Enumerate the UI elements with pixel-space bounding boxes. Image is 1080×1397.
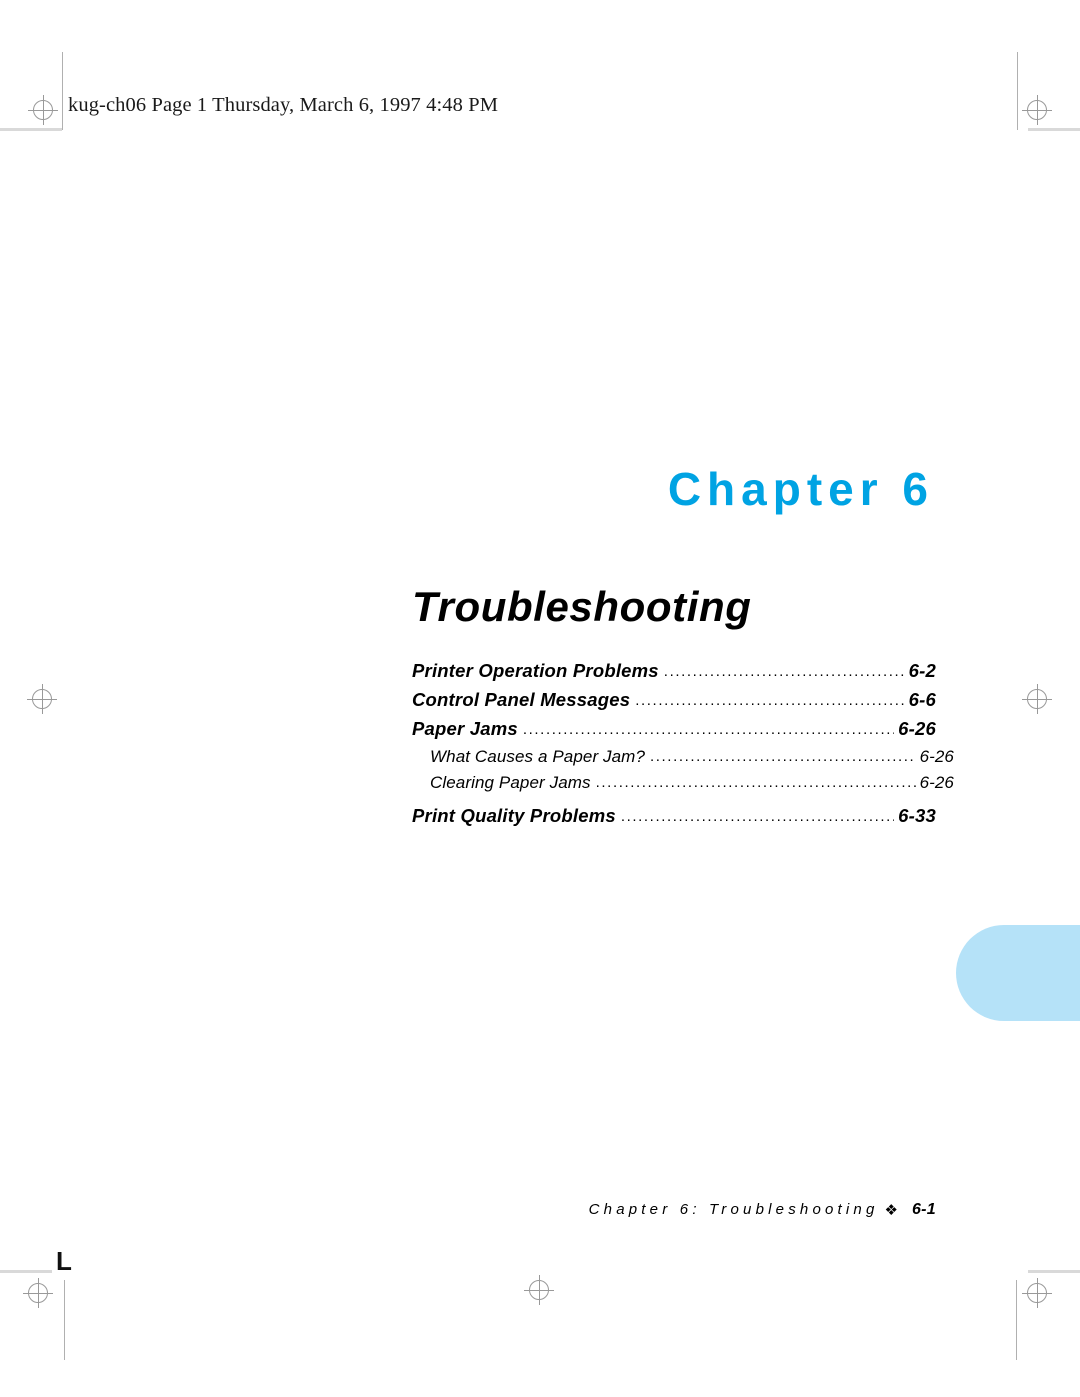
registration-crosshair-horizontal [27, 698, 57, 700]
toc-dot-leader: ........................................… [650, 748, 916, 765]
footer-page-number: 6-1 [911, 1201, 936, 1218]
crop-line-top-left-vertical [62, 52, 63, 130]
crop-line-bottom-left-vertical [64, 1280, 65, 1360]
page-footer: Chapter 6: Troubleshooting ❖ 6-1 [0, 1200, 936, 1219]
toc-entry-page: 6-33 [898, 805, 936, 826]
toc-entry-page: 6-6 [908, 689, 936, 710]
toc-dot-leader: ........................................… [663, 663, 905, 680]
registration-crosshair-horizontal [23, 1292, 53, 1294]
registration-mark-middle-right [1022, 684, 1052, 714]
toc-subentry[interactable]: What Causes a Paper Jam? ...............… [412, 747, 954, 767]
registration-crosshair-horizontal [524, 1289, 554, 1291]
registration-crosshair-vertical [1036, 1278, 1038, 1308]
crop-line-bottom-right-horizontal [1028, 1270, 1080, 1273]
registration-mark-top-right [1022, 95, 1052, 125]
crop-line-bottom-left-horizontal [0, 1270, 52, 1273]
toc-entry-label: Printer Operation Problems [412, 660, 659, 681]
registration-crosshair-vertical [42, 95, 44, 125]
registration-ring [529, 1280, 549, 1300]
toc-entry-label: Paper Jams [412, 718, 518, 739]
registration-crosshair-horizontal [28, 109, 58, 111]
registration-ring [28, 1283, 48, 1303]
toc-dot-leader: ........................................… [635, 692, 905, 709]
registration-crosshair-vertical [41, 684, 43, 714]
chapter-thumb-tab [956, 925, 1080, 1021]
crop-line-bottom-right-vertical [1016, 1280, 1017, 1360]
crop-line-top-left-horizontal [0, 128, 62, 131]
toc-entry-label: Print Quality Problems [412, 805, 616, 826]
registration-crosshair-vertical [1036, 95, 1038, 125]
registration-mark-bottom-left [23, 1278, 53, 1308]
toc-entry-page: 6-26 [919, 747, 954, 766]
toc-entry[interactable]: Paper Jams .............................… [412, 718, 936, 740]
toc-entry[interactable]: Printer Operation Problems .............… [412, 660, 936, 682]
registration-mark-bottom-right [1022, 1278, 1052, 1308]
toc-dot-leader: ........................................… [595, 774, 916, 791]
registration-ring [1027, 100, 1047, 120]
toc-entry-page: 6-26 [898, 718, 936, 739]
toc-entry-label: Clearing Paper Jams [430, 773, 591, 792]
document-header-stamp: kug-ch06 Page 1 Thursday, March 6, 1997 … [68, 94, 499, 116]
toc-entry-page: 6-26 [919, 773, 954, 792]
registration-ring [1027, 1283, 1047, 1303]
registration-crosshair-vertical [1036, 684, 1038, 714]
registration-ring [1027, 689, 1047, 709]
registration-crosshair-vertical [538, 1275, 540, 1305]
toc-entry[interactable]: Control Panel Messages .................… [412, 689, 936, 711]
registration-ring [33, 100, 53, 120]
chapter-table-of-contents: Printer Operation Problems .............… [412, 660, 954, 834]
registration-crosshair-horizontal [1022, 698, 1052, 700]
toc-entry-label: What Causes a Paper Jam? [430, 747, 645, 766]
chapter-label: Chapter 6 [667, 463, 934, 515]
registration-mark-bottom-center [524, 1275, 554, 1305]
footer-breadcrumb: Chapter 6: Troubleshooting [588, 1201, 879, 1218]
toc-dot-leader: ........................................… [620, 808, 895, 825]
page-title: Troubleshooting [412, 583, 752, 630]
registration-ring [32, 689, 52, 709]
registration-crosshair-vertical [37, 1278, 39, 1308]
diamond-icon: ❖ [884, 1201, 898, 1219]
crop-line-top-right-vertical [1017, 52, 1018, 130]
registration-crosshair-horizontal [1022, 109, 1052, 111]
toc-dot-leader: ........................................… [522, 721, 894, 738]
registration-mark-top-left [28, 95, 58, 125]
registration-mark-middle-left [27, 684, 57, 714]
corner-crop-mark-bottom-left: L [56, 1246, 72, 1276]
toc-subentry[interactable]: Clearing Paper Jams ....................… [412, 773, 954, 793]
toc-entry-page: 6-2 [908, 660, 936, 681]
toc-entry-label: Control Panel Messages [412, 689, 631, 710]
crop-line-top-right-horizontal [1028, 128, 1080, 131]
registration-crosshair-horizontal [1022, 1292, 1052, 1294]
toc-entry[interactable]: Print Quality Problems .................… [412, 805, 936, 827]
